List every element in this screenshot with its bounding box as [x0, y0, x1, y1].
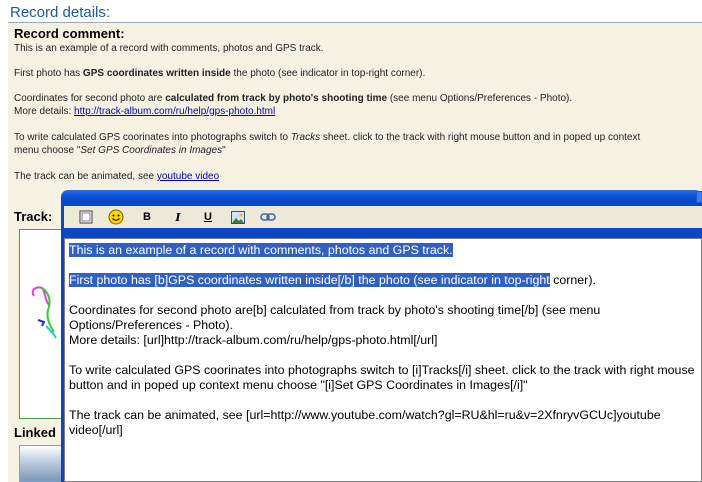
- image-icon-glyph: [231, 210, 245, 224]
- editor-paragraph-2-selected: First photo has [b]GPS coordinates writt…: [69, 273, 550, 287]
- linked-photo-thumbnail[interactable]: [19, 445, 65, 482]
- smiley-icon-glyph: [108, 209, 124, 225]
- comment-italic-text: Set GPS Coordinates in Images: [80, 145, 223, 156]
- titlebar-button[interactable]: [696, 191, 702, 203]
- link-icon-glyph: [260, 213, 276, 221]
- record-comment-title: Record comment:: [14, 26, 125, 41]
- comment-text: First photo has: [14, 68, 83, 79]
- comment-text: More details:: [14, 106, 75, 117]
- track-line-green: [41, 287, 55, 333]
- editor-blank-line: [69, 393, 697, 408]
- smiley-icon[interactable]: [108, 209, 124, 225]
- track-line-blue: [37, 319, 46, 327]
- editor-toolbar: B I U: [64, 206, 702, 228]
- comment-text: ": [222, 145, 226, 156]
- underline-button[interactable]: U: [200, 209, 216, 225]
- editor-paragraph-2-rest: corner).: [549, 273, 596, 287]
- record-details-header: Record details:: [0, 0, 702, 23]
- editor-paragraph-3: Coordinates for second photo are[b] calc…: [69, 303, 601, 347]
- gps-photo-help-link[interactable]: http://track-album.com/ru/help/gps-photo…: [74, 106, 275, 117]
- comment-line-5: To write calculated GPS coorinates into …: [14, 132, 640, 143]
- comment-line-4: More details: http://track-album.com/ru/…: [14, 106, 275, 117]
- source-icon-glyph: [79, 210, 93, 224]
- comment-text: the photo (see indicator in top-right co…: [230, 68, 426, 79]
- source-icon[interactable]: [78, 209, 94, 225]
- track-map[interactable]: [19, 229, 65, 419]
- comment-bold-text: GPS coordinates written inside: [82, 68, 231, 79]
- comment-line-1: This is an example of a record with comm…: [14, 43, 324, 54]
- comment-italic-text: Tracks: [290, 132, 321, 143]
- record-comment-panel: Record comment: This is an example of a …: [8, 23, 702, 193]
- editor-blank-line: [69, 288, 697, 303]
- track-path-svg: [31, 286, 57, 339]
- comment-text: The track can be animated, see: [14, 171, 157, 182]
- comment-text: (see menu Options/Preferences - Photo).: [387, 93, 573, 104]
- youtube-video-link[interactable]: youtube video: [157, 171, 219, 182]
- editor-titlebar[interactable]: [61, 190, 702, 204]
- track-label: Track:: [14, 209, 53, 224]
- comment-line-2: First photo has GPS coordinates written …: [14, 68, 425, 79]
- linked-label: Linked: [14, 425, 56, 440]
- track-line-magenta: [31, 286, 51, 307]
- editor-paragraph-4: To write calculated GPS coorinates into …: [69, 363, 698, 392]
- comment-text: sheet. click to the track with right mou…: [320, 132, 641, 143]
- comment-text: Coordinates for second photo are: [14, 93, 166, 104]
- comment-editor-textarea[interactable]: This is an example of a record with comm…: [64, 238, 702, 482]
- comment-bold-text: calculated from track by photo's shootin…: [165, 93, 388, 104]
- editor-blank-line: [69, 258, 697, 273]
- editor-paragraph-1-selected: This is an example of a record with comm…: [69, 243, 453, 257]
- comment-line-6: menu choose "Set GPS Coordinates in Imag…: [14, 145, 226, 156]
- image-icon[interactable]: [230, 209, 246, 225]
- comment-text: To write calculated GPS coorinates into …: [14, 132, 291, 143]
- editor-blank-line: [69, 348, 697, 363]
- comment-text: menu choose ": [14, 145, 81, 156]
- comment-line-3: Coordinates for second photo are calcula…: [14, 93, 572, 104]
- editor-paragraph-5: The track can be animated, see [url=http…: [69, 408, 665, 437]
- page-title: Record details:: [10, 4, 111, 21]
- editor-content[interactable]: This is an example of a record with comm…: [69, 243, 697, 438]
- italic-button[interactable]: I: [170, 209, 186, 225]
- comment-text: This is an example of a record with comm…: [14, 43, 324, 54]
- comment-line-7: The track can be animated, see youtube v…: [14, 171, 219, 182]
- bold-button[interactable]: B: [139, 209, 155, 225]
- link-icon[interactable]: [260, 209, 276, 225]
